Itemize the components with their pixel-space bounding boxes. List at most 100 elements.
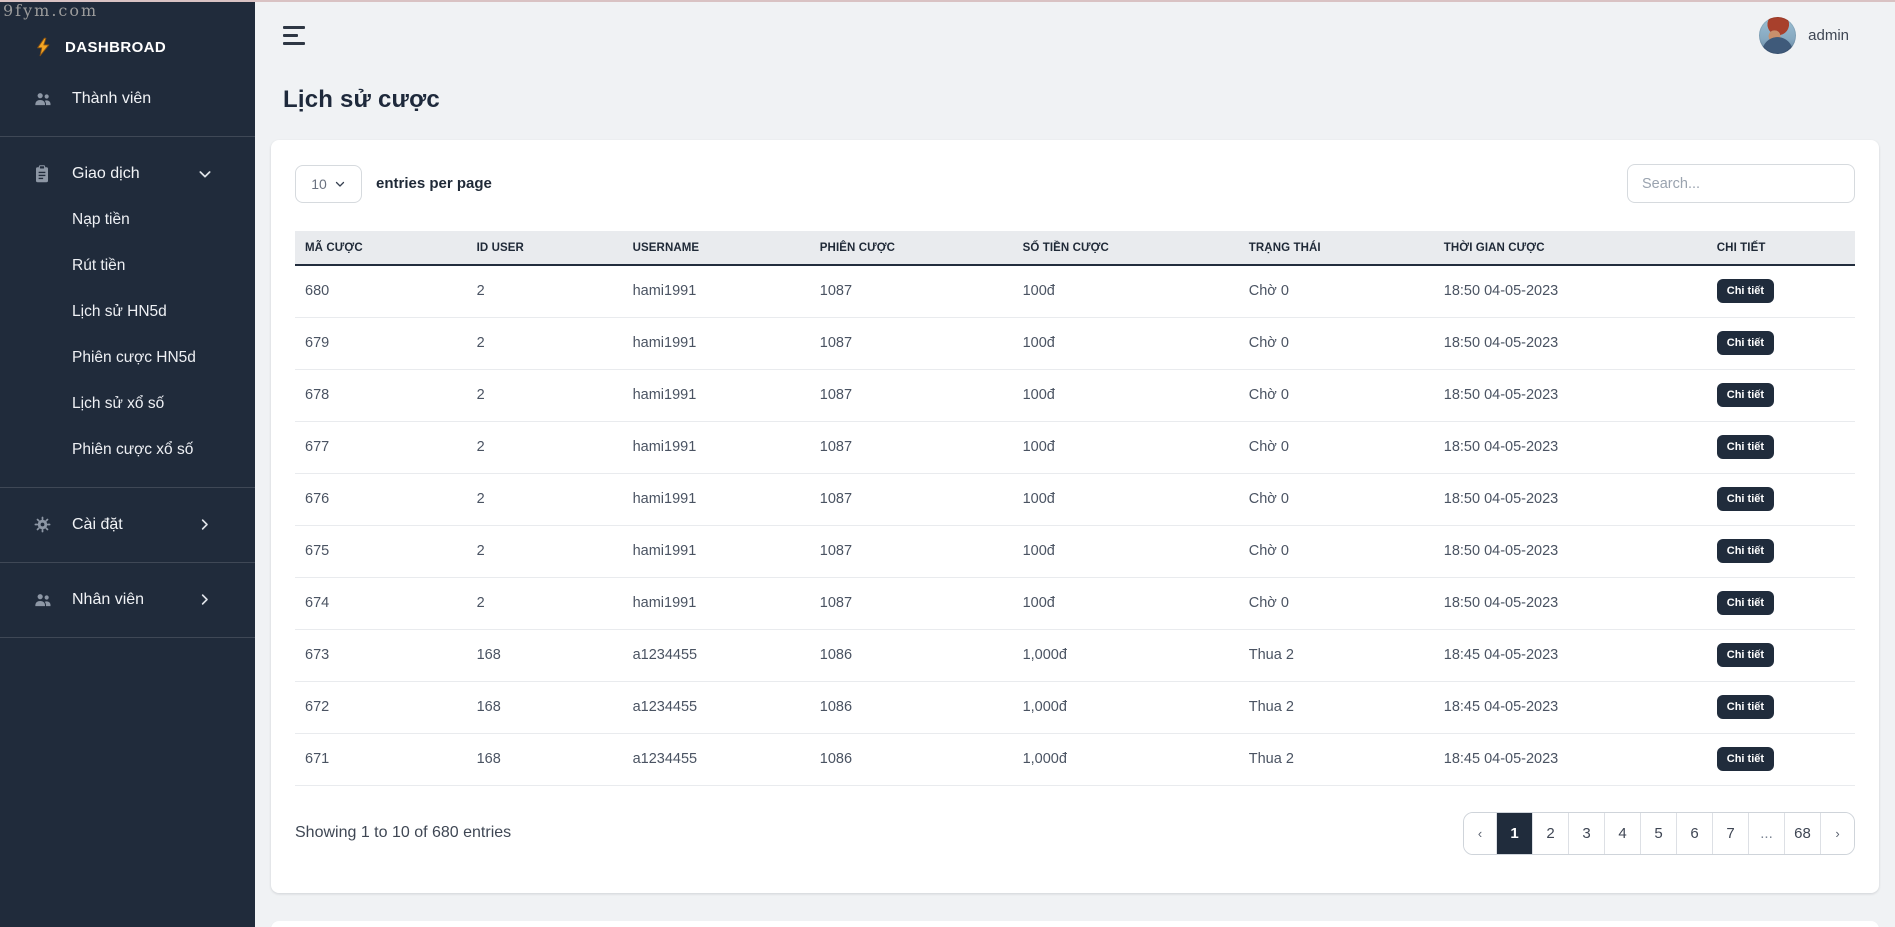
topbar: admin xyxy=(271,0,1879,62)
table-cell: 168 xyxy=(466,629,623,682)
table-cell: 679 xyxy=(295,317,467,370)
table-cell: Chi tiết xyxy=(1706,369,1855,422)
sidebar-item-label: Rút tiền xyxy=(72,257,126,274)
sidebar-item-label: Cài đặt xyxy=(72,516,123,533)
table-cell: Thua 2 xyxy=(1238,733,1434,786)
column-header: SỐ TIỀN CƯỢC xyxy=(1012,231,1239,266)
page-button-5[interactable]: 5 xyxy=(1641,812,1677,854)
sidebar-item-nhan-vien[interactable]: Nhân viên xyxy=(0,577,255,623)
chevron-right-icon xyxy=(197,592,213,608)
sidebar-item-giao-dich[interactable]: Giao dịch xyxy=(0,151,255,197)
table-cell: 168 xyxy=(466,681,623,734)
sidebar-divider xyxy=(0,487,255,488)
table-cell: 680 xyxy=(295,265,467,318)
users-icon xyxy=(33,590,53,610)
page-button-3[interactable]: 3 xyxy=(1569,812,1605,854)
table-cell: 1087 xyxy=(809,473,1013,526)
table-cell: Chờ 0 xyxy=(1238,525,1434,578)
table-cell: 18:50 04-05-2023 xyxy=(1433,577,1707,630)
table-cell: hami1991 xyxy=(622,265,810,318)
sidebar-item-rut-tien[interactable]: Rút tiền xyxy=(0,243,255,289)
table-cell: 678 xyxy=(295,369,467,422)
table-cell: 2 xyxy=(466,525,623,578)
sidebar-item-phien-cuoc-hn5d[interactable]: Phiên cược HN5d xyxy=(0,335,255,381)
pagination-next-button[interactable]: › xyxy=(1821,812,1854,854)
detail-button[interactable]: Chi tiết xyxy=(1716,383,1775,407)
detail-button[interactable]: Chi tiết xyxy=(1716,539,1775,563)
table-cell: 18:45 04-05-2023 xyxy=(1433,681,1707,734)
detail-button[interactable]: Chi tiết xyxy=(1716,747,1775,771)
table-cell: 2 xyxy=(466,317,623,370)
avatar[interactable] xyxy=(1759,16,1797,54)
sidebar-item-thanh-vien[interactable]: Thành viên xyxy=(0,76,255,122)
brand[interactable]: DASHBROAD xyxy=(0,26,255,68)
table-cell: 2 xyxy=(466,473,623,526)
table-cell: 1087 xyxy=(809,525,1013,578)
detail-button[interactable]: Chi tiết xyxy=(1716,695,1775,719)
chevron-down-icon xyxy=(197,166,213,182)
table-cell: 1,000đ xyxy=(1012,733,1239,786)
showing-entries-text: Showing 1 to 10 of 680 entries xyxy=(295,824,512,841)
table-cell: 18:50 04-05-2023 xyxy=(1433,473,1707,526)
table-cell: 1087 xyxy=(809,369,1013,422)
column-header: USERNAME xyxy=(622,231,810,266)
table-cell: 1087 xyxy=(809,577,1013,630)
sidebar-toggle-icon[interactable] xyxy=(283,25,305,45)
users-icon xyxy=(33,89,53,109)
table-cell: Chờ 0 xyxy=(1238,369,1434,422)
table-cell: a1234455 xyxy=(622,733,810,786)
table-cell: Chờ 0 xyxy=(1238,577,1434,630)
table-cell: 100đ xyxy=(1012,421,1239,474)
detail-button[interactable]: Chi tiết xyxy=(1716,435,1775,459)
page-button-7[interactable]: 7 xyxy=(1713,812,1749,854)
search-input[interactable] xyxy=(1627,164,1855,203)
watermark-text: 9fym.com xyxy=(3,1,99,20)
table-cell: hami1991 xyxy=(622,317,810,370)
sidebar-item-lich-su-hn5d[interactable]: Lịch sử HN5d xyxy=(0,289,255,335)
sidebar-item-lich-su-xo-so[interactable]: Lịch sử xổ số xyxy=(0,381,255,427)
table-cell: 671 xyxy=(295,733,467,786)
detail-button[interactable]: Chi tiết xyxy=(1716,487,1775,511)
table-cell: 2 xyxy=(466,577,623,630)
table-cell: 1,000đ xyxy=(1012,629,1239,682)
table-cell: 18:50 04-05-2023 xyxy=(1433,525,1707,578)
table-cell: 674 xyxy=(295,577,467,630)
table-cell: a1234455 xyxy=(622,629,810,682)
pagination-prev-button[interactable]: ‹ xyxy=(1464,812,1497,854)
page-button-6[interactable]: 6 xyxy=(1677,812,1713,854)
chevron-down-icon xyxy=(335,181,344,187)
table-cell: Chi tiết xyxy=(1706,577,1855,630)
sidebar-item-cai-dat[interactable]: Cài đặt xyxy=(0,502,255,548)
table-cell: 677 xyxy=(295,421,467,474)
detail-button[interactable]: Chi tiết xyxy=(1716,643,1775,667)
page-button-2[interactable]: 2 xyxy=(1533,812,1569,854)
next-card-edge xyxy=(271,920,1879,927)
table-row: 676 2 hami1991 1087 100đ Chờ 0 18:50 04-05-202… xyxy=(295,473,1855,526)
sidebar-item-phien-cuoc-xo-so[interactable]: Phiên cược xổ số xyxy=(0,427,255,473)
page-button-1[interactable]: 1 xyxy=(1497,812,1533,854)
sidebar-divider xyxy=(0,136,255,137)
page-button-4[interactable]: 4 xyxy=(1605,812,1641,854)
bet-history-table: MÃ CƯỢC ID USER USERNAME PHIÊN CƯỢC SỐ TIỀN … xyxy=(295,231,1855,786)
pagination-ellipsis[interactable]: ... xyxy=(1749,812,1785,854)
table-row: 674 2 hami1991 1087 100đ Chờ 0 18:50 04-05-202… xyxy=(295,577,1855,630)
table-row: 678 2 hami1991 1087 100đ Chờ 0 18:50 04-05-202… xyxy=(295,369,1855,422)
table-cell: Chi tiết xyxy=(1706,421,1855,474)
sidebar-item-label: Phiên cược xổ số xyxy=(72,441,194,458)
table-cell: 1086 xyxy=(809,733,1013,786)
page-size-select[interactable]: 10 xyxy=(295,164,362,203)
table-cell: hami1991 xyxy=(622,369,810,422)
page-button-68[interactable]: 68 xyxy=(1785,812,1821,854)
detail-button[interactable]: Chi tiết xyxy=(1716,279,1775,304)
table-toolbar: 10 entries per page xyxy=(295,164,1855,203)
table-cell: 100đ xyxy=(1012,577,1239,630)
table-cell: 168 xyxy=(466,733,623,786)
table-cell: Chi tiết xyxy=(1706,473,1855,526)
detail-button[interactable]: Chi tiết xyxy=(1716,591,1775,615)
column-header: TRẠNG THÁI xyxy=(1238,231,1434,266)
detail-button[interactable]: Chi tiết xyxy=(1716,331,1775,355)
sidebar-item-nap-tien[interactable]: Nạp tiền xyxy=(0,197,255,243)
table-cell: Chi tiết xyxy=(1706,265,1855,318)
user-menu[interactable]: admin xyxy=(1759,16,1875,54)
sidebar-item-label: Lịch sử HN5d xyxy=(72,303,167,320)
